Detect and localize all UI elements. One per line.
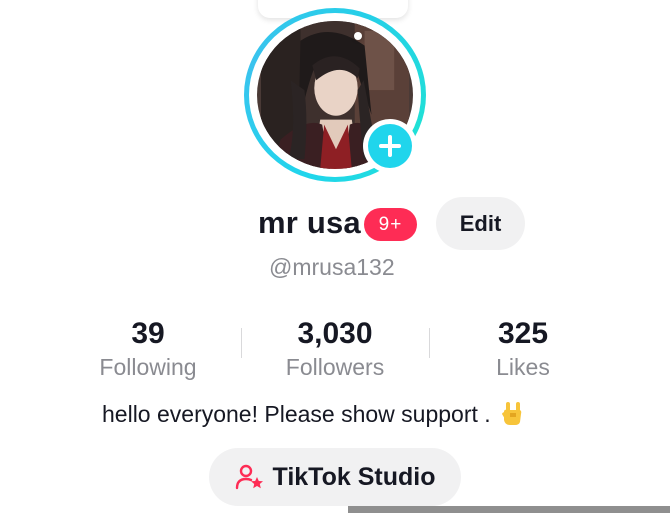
stat-following[interactable]: 39 Following (88, 317, 208, 381)
profile-bio: hello everyone! Please show support . (102, 400, 525, 428)
followers-count: 3,030 (297, 317, 373, 350)
username-handle: @mrusa132 (269, 254, 395, 280)
tiktok-studio-button[interactable]: TikTok Studio (209, 448, 461, 506)
creator-star-icon (235, 464, 263, 490)
notification-badge[interactable]: 9+ (364, 208, 417, 241)
tooltip-bubble-dot (354, 32, 362, 40)
bottom-edge-bar (348, 506, 670, 513)
edit-profile-button[interactable]: Edit (436, 197, 525, 250)
stat-followers[interactable]: 3,030 Followers (272, 317, 398, 381)
bio-text: hello everyone! Please show support . (102, 401, 491, 427)
likes-label: Likes (496, 354, 550, 380)
rock-hand-emoji-icon (501, 402, 521, 425)
stat-likes[interactable]: 325 Likes (476, 317, 570, 381)
following-count: 39 (131, 317, 165, 350)
plus-icon (379, 135, 401, 157)
display-name: mr usa (258, 205, 361, 240)
likes-count: 325 (497, 317, 549, 350)
stat-divider (241, 328, 242, 358)
add-story-button[interactable] (363, 119, 417, 173)
stat-divider (429, 328, 430, 358)
followers-label: Followers (285, 354, 385, 380)
following-label: Following (99, 354, 197, 380)
tiktok-studio-label: TikTok Studio (272, 462, 436, 491)
